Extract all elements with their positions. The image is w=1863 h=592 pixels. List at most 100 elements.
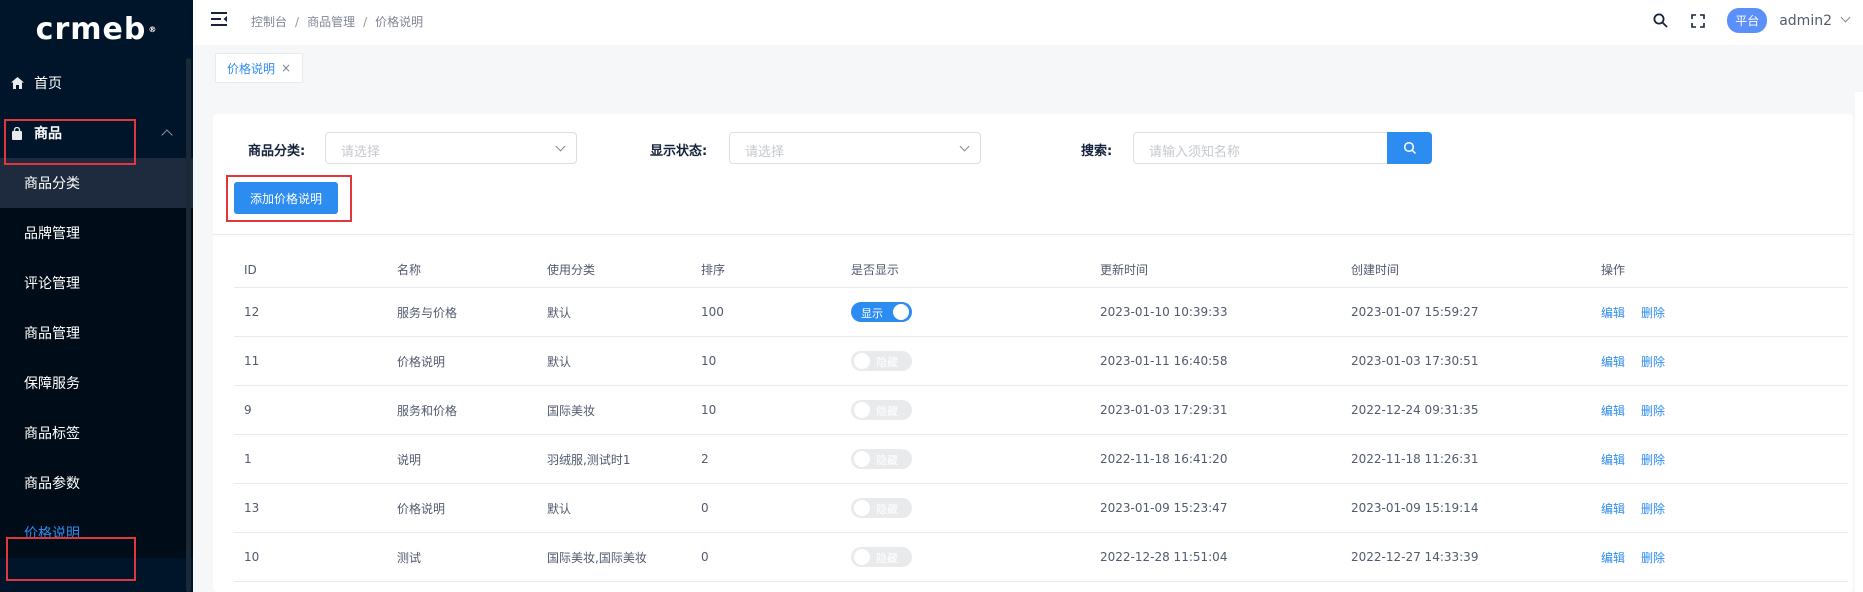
tab-price-desc[interactable]: 价格说明 × bbox=[215, 53, 304, 83]
status-select[interactable]: 请选择 bbox=[729, 132, 981, 164]
cell-id: 10 bbox=[244, 550, 260, 564]
cell-sort: 100 bbox=[701, 305, 724, 319]
category-filter-label: 商品分类: bbox=[248, 144, 306, 159]
toggle-label: 隐藏 bbox=[876, 503, 898, 516]
header-actions: 平台 admin2 bbox=[1651, 8, 1851, 33]
show-toggle[interactable]: 隐藏 bbox=[851, 351, 912, 371]
edit-link[interactable]: 编辑 bbox=[1601, 500, 1625, 517]
cell-updated: 2022-12-28 11:51:04 bbox=[1100, 550, 1228, 564]
sidebar-subitem-label: 商品标签 bbox=[24, 426, 80, 442]
cell-actions: 编辑 删除 bbox=[1601, 288, 1681, 336]
sidebar-subitem-reviews[interactable]: 评论管理 bbox=[0, 258, 193, 308]
toggle-label: 显示 bbox=[861, 307, 883, 320]
search-input[interactable]: 请输入须知名称 bbox=[1133, 132, 1388, 164]
sidebar-subitem-label: 保障服务 bbox=[24, 376, 80, 392]
delete-link[interactable]: 删除 bbox=[1641, 402, 1665, 419]
menu-collapse-icon[interactable] bbox=[211, 12, 227, 26]
cell-id: 12 bbox=[244, 305, 260, 319]
delete-link[interactable]: 删除 bbox=[1641, 451, 1665, 468]
edit-link[interactable]: 编辑 bbox=[1601, 402, 1625, 419]
search-button[interactable] bbox=[1387, 132, 1432, 164]
highlight-add-button bbox=[226, 175, 352, 222]
tab-label: 价格说明 bbox=[227, 61, 276, 76]
chevron-down-icon[interactable] bbox=[1840, 12, 1851, 23]
cell-sort: 10 bbox=[701, 354, 717, 368]
cell-actions: 编辑 删除 bbox=[1601, 337, 1681, 385]
logo[interactable]: crmeb ® bbox=[0, 0, 193, 58]
cell-name: 说明 bbox=[397, 452, 422, 467]
sidebar-subitem-label: 商品参数 bbox=[24, 476, 80, 492]
edit-link[interactable]: 编辑 bbox=[1601, 353, 1625, 370]
cell-show: 隐藏 bbox=[851, 386, 912, 434]
table-row: 12 服务与价格 默认 100 显示 2023-01-10 10:39:33 2… bbox=[234, 288, 1848, 337]
cell-created: 2023-01-07 15:59:27 bbox=[1351, 305, 1479, 319]
close-icon[interactable]: × bbox=[281, 61, 291, 75]
breadcrumb: 控制台 / 商品管理 / 价格说明 bbox=[251, 13, 423, 30]
sidebar-subitem-params[interactable]: 商品参数 bbox=[0, 458, 193, 508]
logo-registered-mark: ® bbox=[148, 24, 158, 34]
sidebar-item-home[interactable]: 首页 bbox=[0, 58, 193, 108]
sidebar-subitem-product-category[interactable]: 商品分类 bbox=[0, 158, 193, 208]
edit-link[interactable]: 编辑 bbox=[1601, 451, 1625, 468]
breadcrumb-item[interactable]: 商品管理 bbox=[307, 15, 355, 29]
table-row: 11 价格说明 默认 10 隐藏 2023-01-11 16:40:58 202… bbox=[234, 337, 1848, 386]
divider bbox=[213, 234, 1853, 235]
show-toggle[interactable]: 显示 bbox=[851, 302, 912, 322]
edit-link[interactable]: 编辑 bbox=[1601, 549, 1625, 566]
category-select[interactable]: 请选择 bbox=[325, 132, 577, 164]
status-filter-label: 显示状态: bbox=[650, 144, 708, 159]
toggle-label: 隐藏 bbox=[876, 454, 898, 467]
search-input-placeholder: 请输入须知名称 bbox=[1149, 145, 1241, 160]
sidebar-subitem-label: 品牌管理 bbox=[24, 226, 80, 242]
search-filter-label: 搜索: bbox=[1081, 144, 1113, 159]
cell-category: 羽绒服,测试时1 bbox=[547, 452, 631, 467]
breadcrumb-separator: / bbox=[295, 15, 300, 29]
cell-id: 9 bbox=[244, 403, 252, 417]
column-header: 操作 bbox=[1601, 263, 1626, 277]
sidebar-subitem-guarantee[interactable]: 保障服务 bbox=[0, 358, 193, 408]
top-header: 控制台 / 商品管理 / 价格说明 平台 admin2 bbox=[193, 0, 1863, 45]
toggle-knob bbox=[854, 549, 870, 565]
sidebar-scrollbar[interactable] bbox=[186, 58, 191, 592]
table-row: 9 服务和价格 国际美妆 10 隐藏 2023-01-03 17:29:31 2… bbox=[234, 386, 1848, 435]
cell-updated: 2023-01-11 16:40:58 bbox=[1100, 354, 1228, 368]
cell-actions: 编辑 删除 bbox=[1601, 533, 1681, 581]
breadcrumb-item[interactable]: 控制台 bbox=[251, 15, 287, 29]
toggle-knob bbox=[854, 402, 870, 418]
show-toggle[interactable]: 隐藏 bbox=[851, 498, 912, 518]
platform-badge[interactable]: 平台 bbox=[1727, 8, 1768, 33]
fullscreen-icon[interactable] bbox=[1689, 12, 1707, 30]
sidebar-item-label: 首页 bbox=[34, 76, 62, 92]
delete-link[interactable]: 删除 bbox=[1641, 353, 1665, 370]
page-scrollbar[interactable] bbox=[1855, 92, 1863, 592]
cell-name: 服务和价格 bbox=[397, 403, 458, 418]
chevron-down-icon bbox=[555, 141, 566, 152]
user-menu[interactable]: admin2 bbox=[1779, 13, 1832, 29]
show-toggle[interactable]: 隐藏 bbox=[851, 400, 912, 420]
toggle-knob bbox=[893, 304, 909, 320]
chevron-up-icon bbox=[161, 129, 173, 141]
sidebar-subitem-tags[interactable]: 商品标签 bbox=[0, 408, 193, 458]
cell-sort: 0 bbox=[701, 501, 709, 515]
column-header: 排序 bbox=[701, 263, 726, 277]
table-header-row: ID 名称 使用分类 排序 是否显示 更新时间 创建时间 操作 bbox=[234, 252, 1848, 288]
show-toggle[interactable]: 隐藏 bbox=[851, 547, 912, 567]
sidebar-subitem-products[interactable]: 商品管理 bbox=[0, 308, 193, 358]
cell-created: 2023-01-03 17:30:51 bbox=[1351, 354, 1479, 368]
delete-link[interactable]: 删除 bbox=[1641, 549, 1665, 566]
cell-name: 测试 bbox=[397, 550, 422, 565]
delete-link[interactable]: 删除 bbox=[1641, 500, 1665, 517]
edit-link[interactable]: 编辑 bbox=[1601, 304, 1625, 321]
cell-category: 国际美妆 bbox=[547, 403, 596, 418]
sidebar-subitem-brand[interactable]: 品牌管理 bbox=[0, 208, 193, 258]
sidebar-subitem-label: 商品分类 bbox=[24, 176, 80, 192]
main-card: 商品分类: 请选择 显示状态: 请选择 搜索: 请输入须知名称 添加价格说明 I… bbox=[213, 114, 1853, 592]
delete-link[interactable]: 删除 bbox=[1641, 304, 1665, 321]
toggle-label: 隐藏 bbox=[876, 552, 898, 565]
search-icon[interactable] bbox=[1651, 12, 1669, 30]
show-toggle[interactable]: 隐藏 bbox=[851, 449, 912, 469]
status-select-placeholder: 请选择 bbox=[745, 145, 785, 160]
cell-show: 隐藏 bbox=[851, 533, 912, 581]
category-select-placeholder: 请选择 bbox=[341, 145, 381, 160]
cell-category: 默认 bbox=[547, 354, 572, 369]
